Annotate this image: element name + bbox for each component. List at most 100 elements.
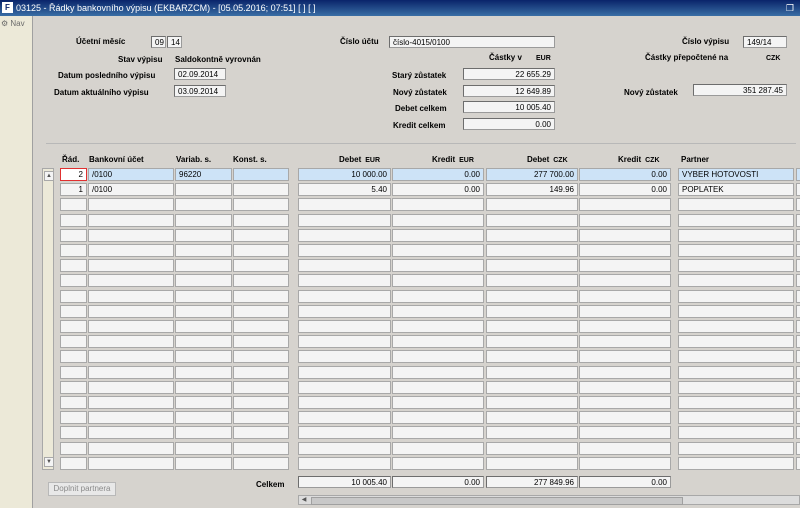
cell-kredit-eur[interactable]	[392, 335, 484, 349]
cell-debet-eur[interactable]	[298, 228, 391, 242]
cell-konst[interactable]	[233, 320, 289, 333]
cell-variab[interactable]	[175, 320, 232, 333]
cell-variab[interactable]	[175, 365, 232, 379]
novy-zustatek-field[interactable]: 12 649.89	[463, 85, 555, 97]
cell-konst[interactable]	[233, 183, 289, 197]
cell-extra[interactable]	[796, 441, 800, 455]
cell-debet-czk[interactable]	[486, 411, 578, 425]
cell-extra[interactable]	[796, 244, 800, 257]
cell-extra[interactable]	[796, 411, 800, 425]
ucetni-mesic-year-field[interactable]: 14	[167, 36, 182, 48]
cell-konst[interactable]	[233, 168, 289, 181]
cell-partner[interactable]	[678, 350, 794, 364]
cell-debet-eur[interactable]	[298, 198, 391, 212]
cell-kredit-eur[interactable]: 0.00	[392, 168, 484, 181]
cell-kredit-czk[interactable]	[579, 396, 671, 409]
cell-partner[interactable]	[678, 259, 794, 273]
cell-kredit-czk[interactable]	[579, 320, 671, 333]
cell-variab[interactable]	[175, 396, 232, 409]
cell-partner[interactable]	[678, 289, 794, 303]
cell-debet-czk[interactable]	[486, 198, 578, 212]
cell-variab[interactable]	[175, 259, 232, 273]
cell-kredit-czk[interactable]	[579, 335, 671, 349]
cell-kredit-czk[interactable]	[579, 244, 671, 257]
cell-variab[interactable]	[175, 456, 232, 470]
cell-partner[interactable]: POPLATEK	[678, 183, 794, 197]
cell-debet-czk[interactable]	[486, 456, 578, 470]
cell-ucet[interactable]	[88, 244, 174, 257]
cell-debet-eur[interactable]	[298, 259, 391, 273]
cell-kredit-czk[interactable]	[579, 441, 671, 455]
cell-debet-czk[interactable]	[486, 426, 578, 440]
cell-konst[interactable]	[233, 335, 289, 349]
cell-ucet[interactable]	[88, 304, 174, 318]
cell-extra[interactable]	[796, 213, 800, 227]
nav-button[interactable]: ⚙ Nav	[1, 19, 25, 28]
cell-rad[interactable]	[60, 456, 87, 470]
stary-zustatek-field[interactable]: 22 655.29	[463, 68, 555, 80]
cell-konst[interactable]	[233, 289, 289, 303]
cell-ucet[interactable]	[88, 396, 174, 409]
cell-rad[interactable]	[60, 441, 87, 455]
cell-debet-czk[interactable]	[486, 365, 578, 379]
cell-kredit-czk[interactable]	[579, 304, 671, 318]
restore-window-icon[interactable]: ❐	[786, 0, 794, 16]
cell-debet-eur[interactable]	[298, 411, 391, 425]
cell-kredit-eur[interactable]	[392, 213, 484, 227]
cell-kredit-eur[interactable]	[392, 350, 484, 364]
cell-debet-czk[interactable]	[486, 213, 578, 227]
cell-rad[interactable]	[60, 244, 87, 257]
cell-kredit-czk[interactable]	[579, 350, 671, 364]
cell-variab[interactable]	[175, 304, 232, 318]
cell-rad[interactable]	[60, 198, 87, 212]
cell-konst[interactable]	[233, 259, 289, 273]
cell-partner[interactable]	[678, 320, 794, 333]
cell-partner[interactable]: VYBER HOTOVOSTI	[678, 168, 794, 181]
cislo-uctu-field[interactable]: číslo-4015/0100	[389, 36, 555, 48]
cell-debet-czk[interactable]	[486, 244, 578, 257]
cell-partner[interactable]	[678, 365, 794, 379]
cell-extra[interactable]	[796, 168, 800, 181]
cell-debet-eur[interactable]: 10 000.00	[298, 168, 391, 181]
cell-kredit-eur[interactable]	[392, 228, 484, 242]
cell-kredit-czk[interactable]: 0.00	[579, 183, 671, 197]
cell-ucet[interactable]	[88, 350, 174, 364]
cell-debet-czk[interactable]	[486, 289, 578, 303]
cell-debet-eur[interactable]	[298, 396, 391, 409]
datum-posledniho-field[interactable]: 02.09.2014	[174, 68, 226, 80]
cell-partner[interactable]	[678, 244, 794, 257]
cell-partner[interactable]	[678, 456, 794, 470]
cell-konst[interactable]	[233, 304, 289, 318]
cell-partner[interactable]	[678, 274, 794, 288]
cell-kredit-eur[interactable]	[392, 411, 484, 425]
cell-rad[interactable]: 1	[60, 183, 87, 197]
cell-extra[interactable]	[796, 304, 800, 318]
kredit-celkem-field[interactable]: 0.00	[463, 118, 555, 130]
cell-kredit-eur[interactable]	[392, 289, 484, 303]
cell-kredit-eur[interactable]	[392, 304, 484, 318]
grid-horizontal-scrollbar[interactable]: ◀	[298, 495, 800, 505]
cell-variab[interactable]	[175, 244, 232, 257]
cell-konst[interactable]	[233, 441, 289, 455]
cell-kredit-eur[interactable]	[392, 274, 484, 288]
cell-variab[interactable]	[175, 183, 232, 197]
cell-rad[interactable]	[60, 289, 87, 303]
cell-ucet[interactable]	[88, 365, 174, 379]
cell-rad[interactable]	[60, 228, 87, 242]
cell-partner[interactable]	[678, 426, 794, 440]
cell-kredit-eur[interactable]: 0.00	[392, 183, 484, 197]
cell-partner[interactable]	[678, 335, 794, 349]
cell-ucet[interactable]	[88, 259, 174, 273]
cell-ucet[interactable]	[88, 274, 174, 288]
cell-extra[interactable]	[796, 396, 800, 409]
cislo-vypisu-field[interactable]: 149/14	[743, 36, 787, 48]
cell-debet-czk[interactable]	[486, 228, 578, 242]
cell-ucet[interactable]	[88, 411, 174, 425]
cell-debet-eur[interactable]	[298, 365, 391, 379]
cell-debet-czk[interactable]	[486, 320, 578, 333]
cell-extra[interactable]	[796, 259, 800, 273]
debet-celkem-field[interactable]: 10 005.40	[463, 101, 555, 113]
cell-extra[interactable]	[796, 456, 800, 470]
ucetni-mesic-month-field[interactable]: 09	[151, 36, 166, 48]
cell-kredit-czk[interactable]	[579, 426, 671, 440]
